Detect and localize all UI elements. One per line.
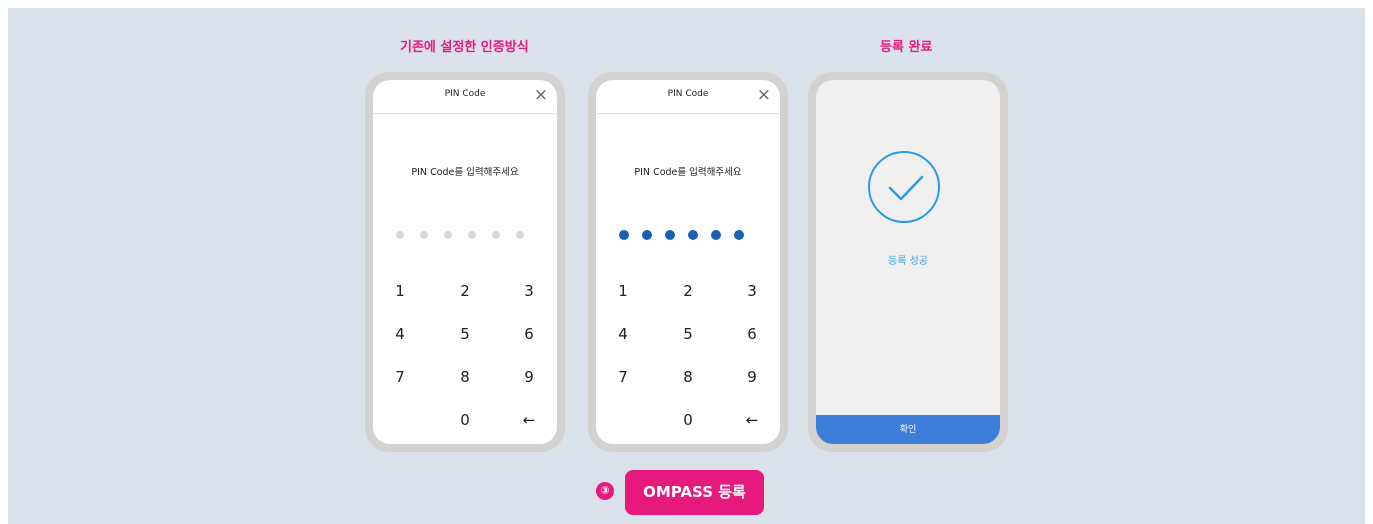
pin-prompt: PIN Code를 입력해주세요 — [634, 167, 742, 178]
close-icon[interactable]: × — [757, 85, 771, 105]
pin-dot — [396, 231, 404, 239]
key-9[interactable]: 9 — [509, 363, 549, 391]
success-screen: 등록 성공 확인 — [816, 80, 1000, 444]
key-0[interactable]: 0 — [445, 406, 485, 434]
pin-title: PIN Code — [667, 89, 709, 99]
backspace-icon[interactable]: ← — [732, 406, 772, 434]
pin-dot — [516, 231, 524, 239]
pin-screen-empty: PIN Code × PIN Code를 입력해주세요 1 2 3 4 5 6 … — [373, 80, 557, 444]
step-number-badge: ③ — [596, 482, 614, 500]
key-6[interactable]: 6 — [509, 320, 549, 348]
key-8[interactable]: 8 — [668, 363, 708, 391]
registration-complete-label: 등록 완료 — [880, 40, 933, 55]
pin-prompt: PIN Code를 입력해주세요 — [411, 167, 519, 178]
pin-dot-filled — [734, 230, 744, 240]
canvas: 기존에 설정한 인증방식 등록 완료 PIN Code × PIN Code를 … — [8, 8, 1365, 524]
pin-dot-filled — [711, 230, 721, 240]
pin-title: PIN Code — [444, 89, 486, 99]
key-6[interactable]: 6 — [732, 320, 772, 348]
backspace-icon[interactable]: ← — [509, 406, 549, 434]
key-0[interactable]: 0 — [668, 406, 708, 434]
pin-header: PIN Code × — [596, 80, 780, 114]
key-7[interactable]: 7 — [380, 363, 420, 391]
key-1[interactable]: 1 — [380, 277, 420, 305]
key-8[interactable]: 8 — [445, 363, 485, 391]
close-icon[interactable]: × — [534, 85, 548, 105]
phone-success: 등록 성공 확인 — [808, 72, 1008, 452]
key-3[interactable]: 3 — [732, 277, 772, 305]
key-3[interactable]: 3 — [509, 277, 549, 305]
key-5[interactable]: 5 — [445, 320, 485, 348]
pin-dot — [468, 231, 476, 239]
success-message: 등록 성공 — [888, 256, 928, 267]
pin-dot-filled — [619, 230, 629, 240]
pin-screen-filled: PIN Code × PIN Code를 입력해주세요 1 2 3 4 5 6 … — [596, 80, 780, 444]
key-4[interactable]: 4 — [603, 320, 643, 348]
pin-dot-filled — [688, 230, 698, 240]
pin-dot-filled — [642, 230, 652, 240]
check-circle-icon — [868, 151, 940, 223]
key-5[interactable]: 5 — [668, 320, 708, 348]
existing-method-label: 기존에 설정한 인증방식 — [400, 40, 529, 55]
pin-dot — [444, 231, 452, 239]
ompass-register-button[interactable]: OMPASS 등록 — [625, 470, 764, 515]
pin-dot — [420, 231, 428, 239]
confirm-button[interactable]: 확인 — [816, 415, 1000, 444]
pin-header: PIN Code × — [373, 80, 557, 114]
phone-pin-empty: PIN Code × PIN Code를 입력해주세요 1 2 3 4 5 6 … — [365, 72, 565, 452]
check-icon — [888, 175, 924, 201]
pin-dot-filled — [665, 230, 675, 240]
key-2[interactable]: 2 — [668, 277, 708, 305]
key-7[interactable]: 7 — [603, 363, 643, 391]
pin-dot — [492, 231, 500, 239]
key-4[interactable]: 4 — [380, 320, 420, 348]
key-1[interactable]: 1 — [603, 277, 643, 305]
key-9[interactable]: 9 — [732, 363, 772, 391]
key-2[interactable]: 2 — [445, 277, 485, 305]
phone-pin-filled: PIN Code × PIN Code를 입력해주세요 1 2 3 4 5 6 … — [588, 72, 788, 452]
